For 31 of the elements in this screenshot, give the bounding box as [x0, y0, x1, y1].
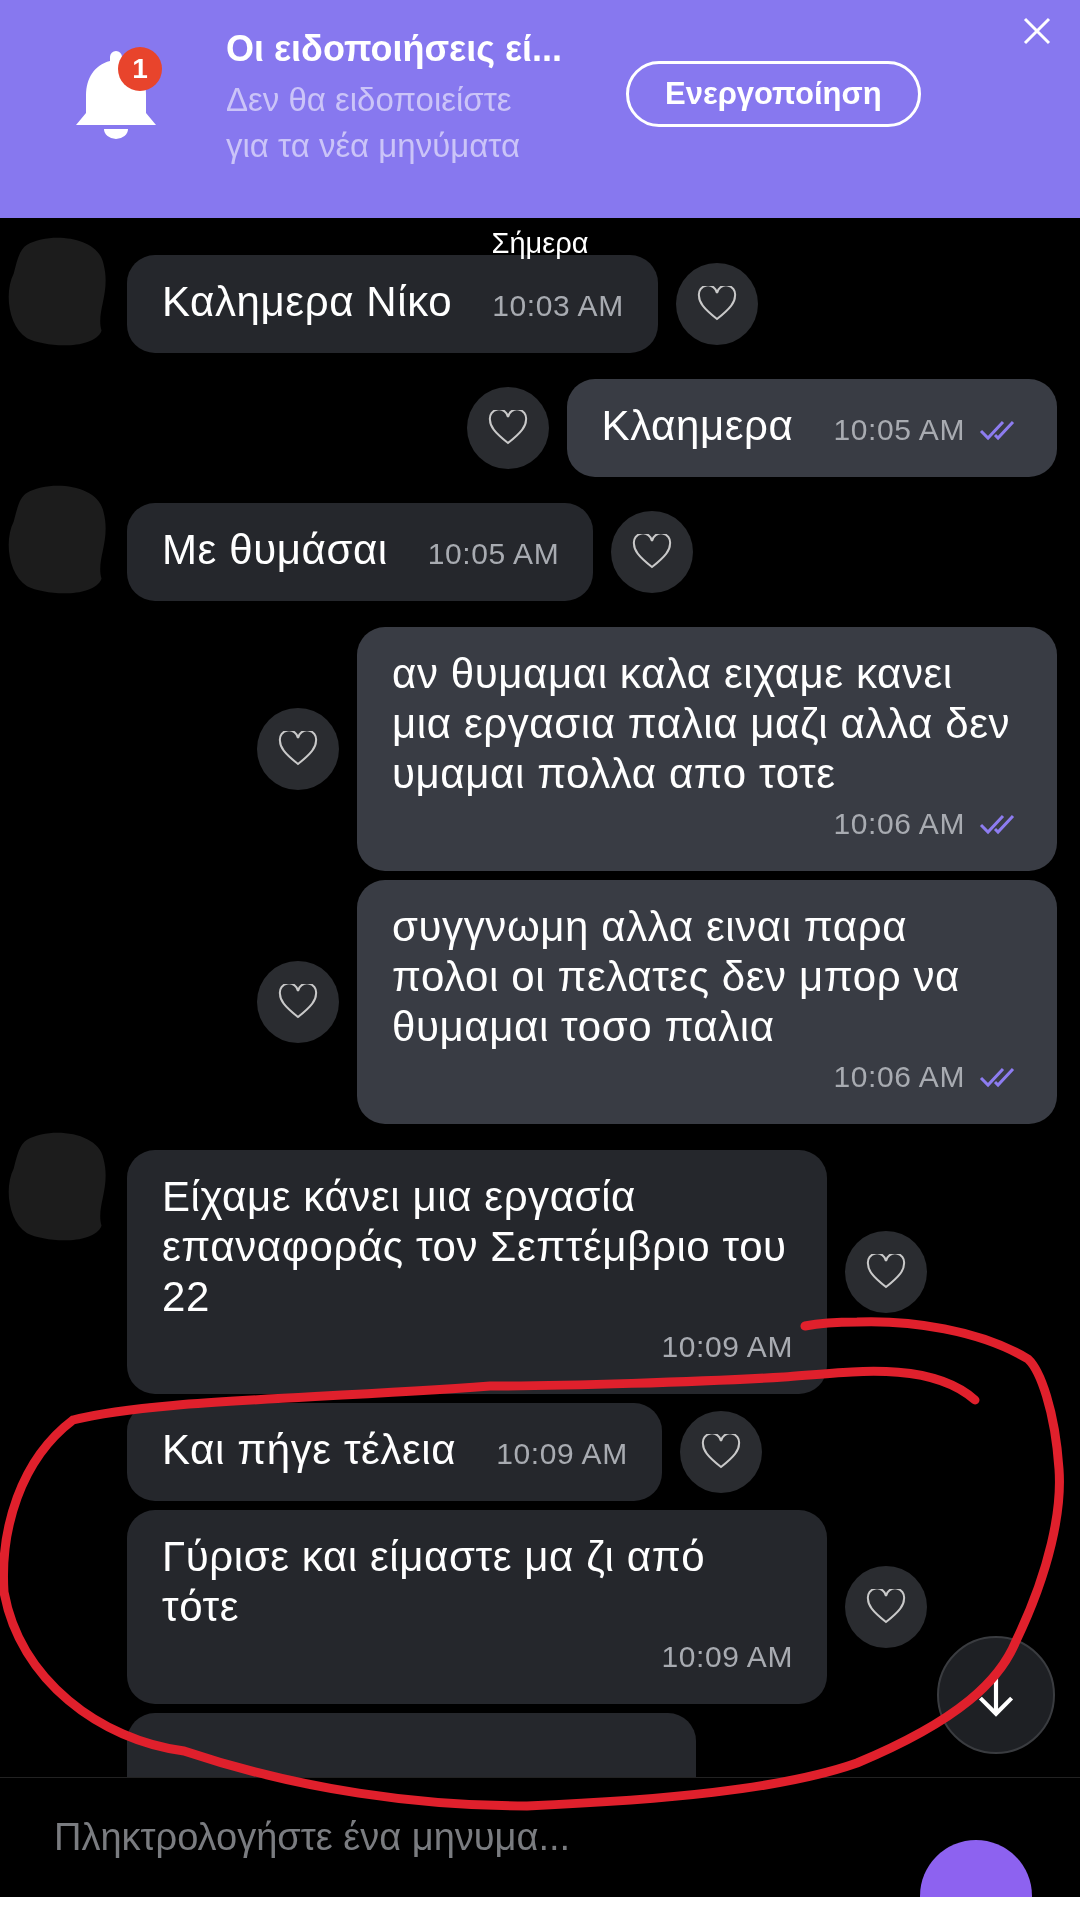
message-time: 10:06 AM: [833, 806, 965, 842]
message-text: Με θυμάσαι: [162, 525, 388, 575]
banner-title: Οι ειδοποιήσεις εί...: [226, 27, 563, 71]
message-text: Είχαμε κάνει μια εργασία επαναφοράς τον Σεπτέμβριο του 22: [162, 1172, 788, 1322]
heart-icon: [278, 731, 318, 767]
message-text: αν θυμαμαι καλα ειχαμε κανει μια εργασια παλια μαζι αλλα δεν υμαμαι πολλα απο τοτε: [392, 649, 1012, 799]
message-time: 10:03 AM: [492, 288, 624, 324]
message-time: 10:05 AM: [833, 412, 965, 448]
heart-icon: [278, 984, 318, 1020]
heart-icon: [866, 1589, 906, 1625]
close-icon[interactable]: [1022, 16, 1052, 46]
heart-icon: [696, 286, 737, 322]
banner-subtitle: Δεν θα ειδοποιείστε για τα νέα μηνύματα: [226, 80, 521, 166]
message-time: 10:06 AM: [833, 1059, 965, 1095]
heart-icon: [866, 1254, 906, 1290]
enable-button[interactable]: Ενεργοποίηση: [626, 61, 921, 127]
message-time: 10:05 AM: [427, 536, 560, 572]
message-time: 10:09 AM: [661, 1329, 793, 1365]
message-input[interactable]: Πληκτρολογήστε ένα μηνυμα...: [52, 1815, 856, 1860]
heart-icon: [700, 1434, 741, 1470]
message-text: Καλημερα Νίκο: [162, 277, 453, 327]
message-time: 10:09 AM: [496, 1436, 628, 1472]
message-text: Γύρισε και είμαστε μα ζι από τότε: [162, 1532, 707, 1632]
heart-icon: [632, 534, 673, 570]
date-label: Σήμερα: [490, 226, 590, 260]
notification-count: 1: [118, 47, 162, 91]
heart-icon: [487, 410, 528, 446]
message-text: Και πήγε τέλεια: [162, 1425, 457, 1475]
message-time: 10:09 AM: [661, 1639, 793, 1675]
message-text: συγγνωμη αλλα ειναι παρα πολοι οι πελατες δεν μπορ να θυμαμαι τοσο παλια: [392, 902, 961, 1052]
message-text: Κλαημερα: [601, 401, 794, 451]
